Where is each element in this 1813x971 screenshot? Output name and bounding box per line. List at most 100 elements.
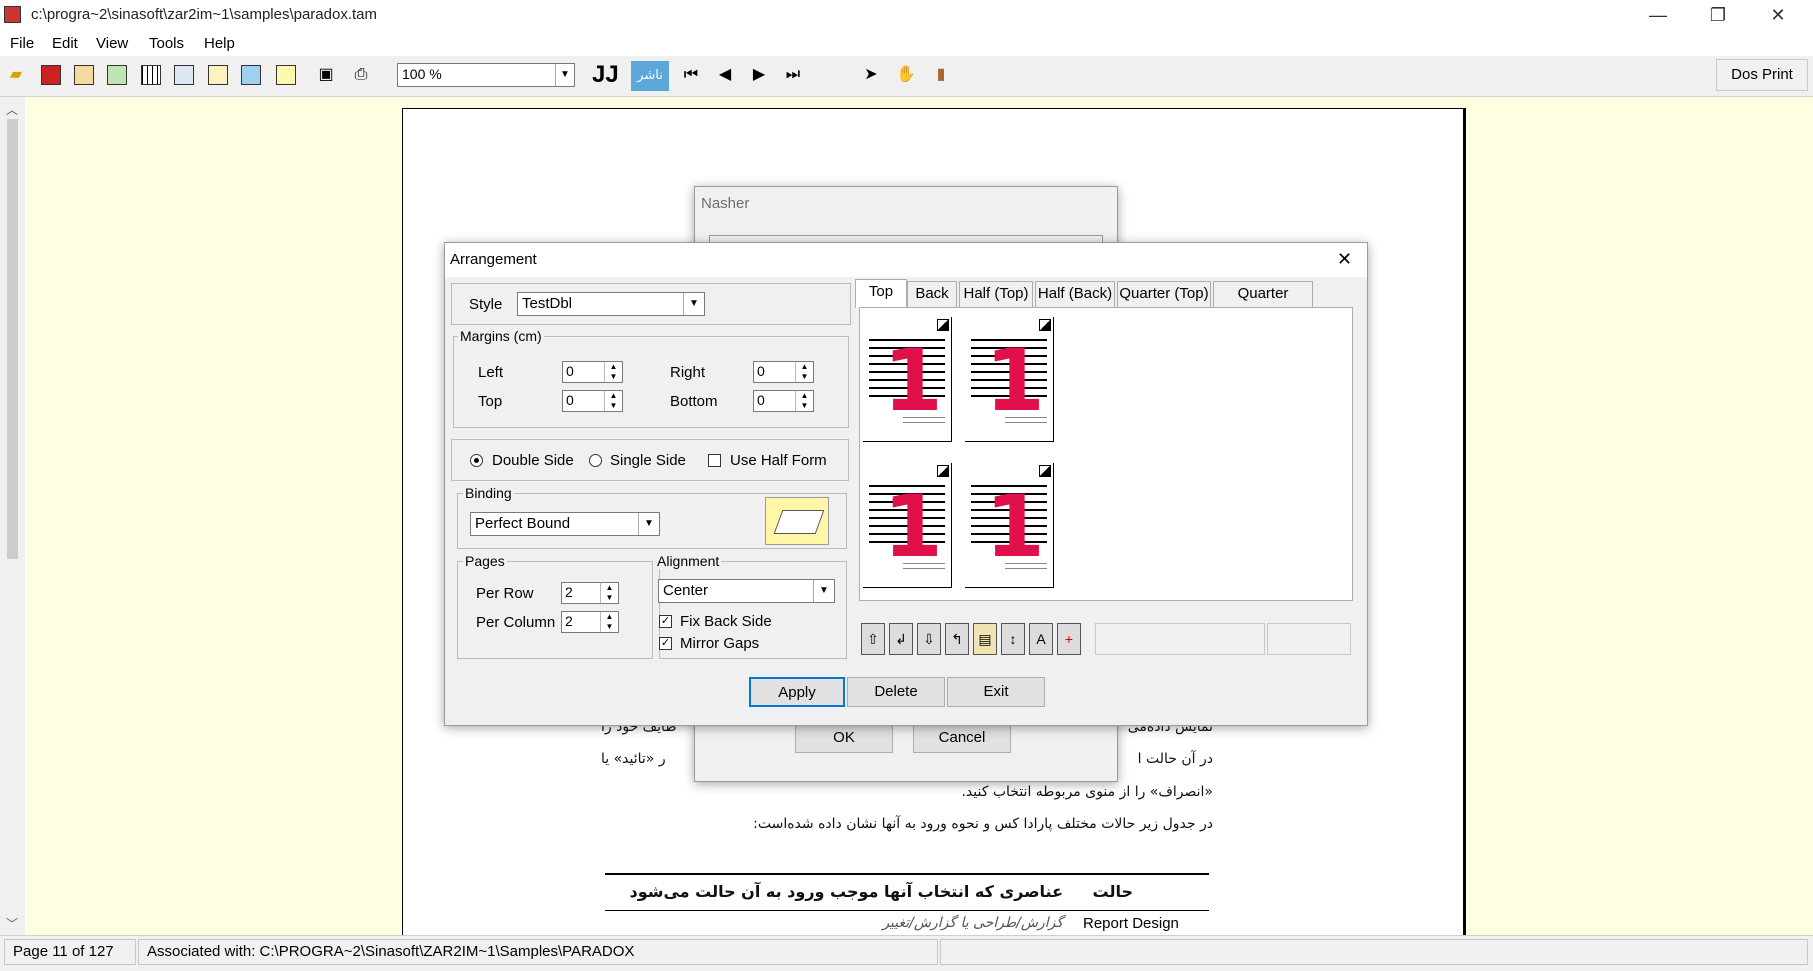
bottom-value: 0: [757, 392, 765, 408]
rotate-down-icon[interactable]: ⇩: [917, 623, 941, 655]
move-icon[interactable]: ↕: [1001, 623, 1025, 655]
close-icon[interactable]: ✕: [1337, 249, 1352, 270]
top-margin-stepper[interactable]: 0 ▲ ▼: [562, 390, 623, 412]
brand-button[interactable]: ناشر: [631, 61, 669, 91]
menu-edit[interactable]: Edit: [52, 35, 78, 52]
alignment-select[interactable]: Center ▼: [658, 579, 835, 603]
doc-line: ر «تائید» یا: [601, 751, 666, 767]
toolbar: ▰ ▣ ⎙ 100 % ▼ JJ ناشر ⏮ ◀ ▶ ⏭ ➤ ✋ ▮ Dos …: [0, 56, 1813, 97]
spin-arrows-icon[interactable]: ▲ ▼: [600, 612, 618, 632]
use-half-form-checkbox[interactable]: [708, 454, 721, 467]
hand-icon[interactable]: ✋: [895, 64, 917, 86]
edit-icon[interactable]: [241, 65, 261, 85]
minimize-button[interactable]: —: [1630, 2, 1686, 28]
chevron-down-icon[interactable]: ▼: [555, 64, 574, 86]
grid-icon[interactable]: [141, 65, 161, 85]
single-side-radio[interactable]: [589, 454, 602, 467]
zoom-select[interactable]: 100 % ▼: [397, 63, 575, 87]
bottom-margin-stepper[interactable]: 0 ▲ ▼: [753, 390, 814, 412]
spin-arrows-icon[interactable]: ▲ ▼: [604, 391, 622, 411]
tab-half-back[interactable]: Half (Back): [1035, 281, 1115, 307]
numbering-icon[interactable]: ▤: [973, 623, 997, 655]
page-indicator: Page 11 of 127: [4, 939, 136, 965]
table-cell-state: Report Design: [1083, 915, 1179, 932]
style-label: Style: [469, 296, 503, 313]
chevron-down-icon[interactable]: ▼: [683, 293, 704, 315]
menu-help[interactable]: Help: [204, 35, 235, 52]
ps-icon[interactable]: [74, 65, 94, 85]
exit-button[interactable]: Exit: [947, 677, 1045, 707]
cancel-button[interactable]: Cancel: [913, 723, 1011, 753]
rotate-right-icon[interactable]: ↲: [889, 623, 913, 655]
scroll-up-icon[interactable]: ︿: [6, 101, 18, 118]
per-column-value: 2: [565, 613, 573, 629]
per-column-stepper[interactable]: 2 ▲ ▼: [561, 611, 619, 633]
preview-status-field: [1095, 623, 1265, 655]
next-page-icon[interactable]: ▶: [748, 64, 770, 86]
arrange-icon[interactable]: [174, 65, 194, 85]
ok-button[interactable]: OK: [795, 723, 893, 753]
preview-status-field: [1267, 623, 1351, 655]
tab-half-top[interactable]: Half (Top): [959, 281, 1033, 307]
table-header-rule: [605, 910, 1209, 911]
apply-button[interactable]: Apply: [749, 677, 845, 707]
open-folder-icon[interactable]: ▰: [5, 64, 27, 86]
status-bar: Page 11 of 127 Associated with: C:\PROGR…: [0, 935, 1813, 971]
spin-arrows-icon[interactable]: ▲ ▼: [600, 583, 618, 603]
mirror-gaps-label: Mirror Gaps: [680, 635, 760, 652]
right-margin-stepper[interactable]: 0 ▲ ▼: [753, 361, 814, 383]
spin-arrows-icon[interactable]: ▲ ▼: [795, 391, 813, 411]
close-button[interactable]: ✕: [1750, 2, 1806, 28]
tab-back[interactable]: Back: [907, 281, 957, 307]
book-icon[interactable]: [276, 65, 296, 85]
save-icon[interactable]: ▣: [315, 64, 337, 86]
double-side-radio[interactable]: [470, 454, 483, 467]
fold-icon: [1039, 319, 1051, 331]
menu-view[interactable]: View: [96, 35, 128, 52]
print-icon[interactable]: ⎙: [350, 64, 372, 86]
spin-arrows-icon[interactable]: ▲ ▼: [604, 362, 622, 382]
style-select[interactable]: TestDbl ▼: [517, 292, 705, 316]
rotate-up-icon[interactable]: ⇧: [861, 623, 885, 655]
chevron-down-icon[interactable]: ▼: [638, 513, 659, 535]
pointer-icon[interactable]: ➤: [860, 64, 882, 86]
tab-top[interactable]: Top: [855, 279, 907, 308]
ps-red-icon[interactable]: [41, 65, 61, 85]
arrangement-dialog: Arrangement ✕ Style TestDbl ▼ Margins (c…: [444, 242, 1368, 726]
rotate-left-icon[interactable]: ↰: [945, 623, 969, 655]
app-icon: [4, 6, 21, 23]
doc-line: در جدول زیر حالات مختلف پارادا کس و نحوه…: [753, 816, 1213, 832]
associated-file: Associated with: C:\PROGRA~2\Sinasoft\ZA…: [138, 939, 938, 965]
document-icon[interactable]: [208, 65, 228, 85]
fix-back-side-checkbox[interactable]: ✓: [659, 615, 672, 628]
text-icon[interactable]: A: [1029, 623, 1053, 655]
mirror-gaps-checkbox[interactable]: ✓: [659, 637, 672, 650]
first-page-icon[interactable]: ⏮: [680, 64, 702, 86]
font-jj-icon[interactable]: JJ: [592, 63, 619, 87]
zoom-value: 100 %: [402, 66, 442, 82]
maximize-button[interactable]: ❐: [1690, 2, 1746, 28]
menu-file[interactable]: File: [10, 35, 34, 52]
left-margin-stepper[interactable]: 0 ▲ ▼: [562, 361, 623, 383]
menu-tools[interactable]: Tools: [149, 35, 184, 52]
tab-quarter-back[interactable]: Quarter (Back): [1213, 281, 1313, 326]
last-page-icon[interactable]: ⏭: [782, 64, 804, 86]
delete-button[interactable]: Delete: [847, 677, 945, 707]
fold-icon: [937, 319, 949, 331]
chevron-down-icon[interactable]: ▼: [813, 580, 834, 602]
per-row-stepper[interactable]: 2 ▲ ▼: [561, 582, 619, 604]
alignment-label: Alignment: [655, 553, 722, 569]
previous-page-icon[interactable]: ◀: [714, 64, 736, 86]
tool-icon[interactable]: ▮: [930, 64, 952, 86]
doc-line: در آن حالت ا: [1137, 751, 1213, 767]
ps-green-icon[interactable]: [107, 65, 127, 85]
binding-select[interactable]: Perfect Bound ▼: [470, 512, 660, 536]
page-number: 1: [883, 477, 943, 577]
scroll-thumb[interactable]: [7, 119, 18, 559]
tab-quarter-top[interactable]: Quarter (Top): [1117, 281, 1211, 307]
spin-arrows-icon[interactable]: ▲ ▼: [795, 362, 813, 382]
scroll-down-icon[interactable]: ﹀: [6, 915, 18, 932]
dos-print-button[interactable]: Dos Print: [1716, 59, 1808, 91]
add-page-icon[interactable]: +: [1057, 623, 1081, 655]
vertical-scrollbar[interactable]: ︿ ﹀: [0, 97, 26, 935]
